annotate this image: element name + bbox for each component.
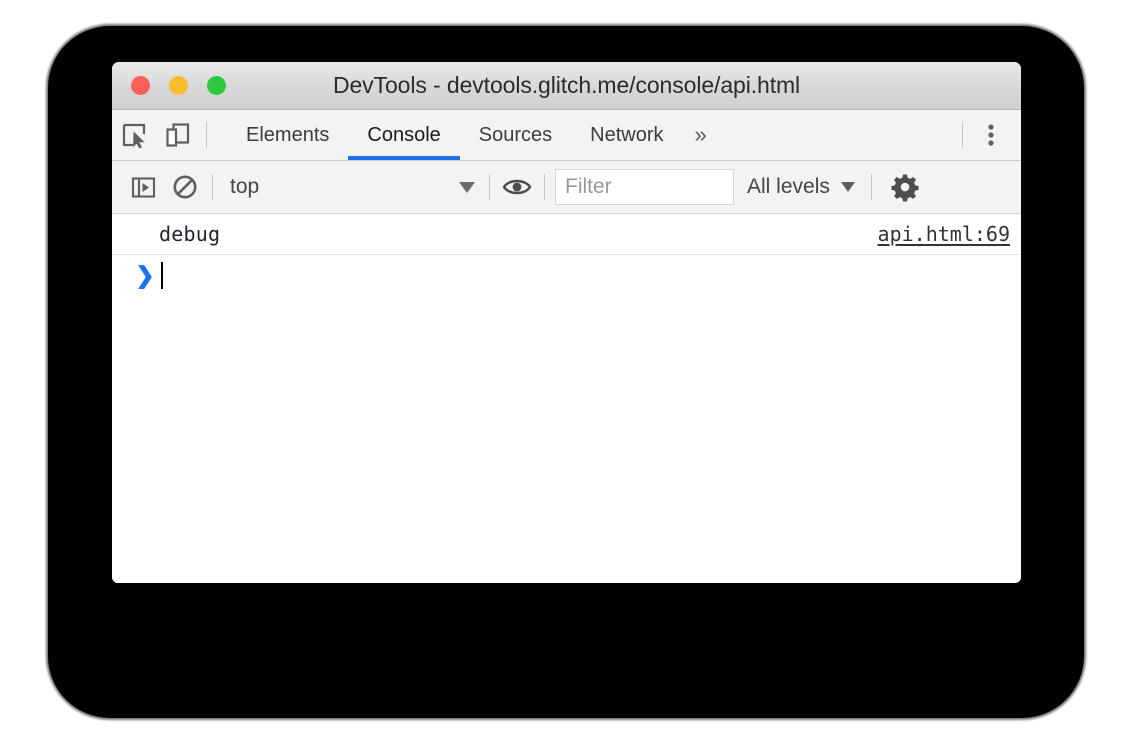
panel-tabs: Elements Console Sources Network » [227,110,719,160]
console-toolbar-divider-1 [212,174,213,200]
prompt-chevron-icon: ❯ [135,261,155,288]
console-sidebar-icon [131,175,156,200]
devtools-window: DevTools - devtools.glitch.me/console/ap… [112,62,1021,583]
tab-sources[interactable]: Sources [460,110,571,160]
inspect-element-icon [121,122,147,148]
chevron-double-right-icon: » [694,122,707,147]
inspect-element-button[interactable] [112,113,156,157]
window-title: DevTools - devtools.glitch.me/console/ap… [332,72,801,98]
close-window-button[interactable] [131,76,150,95]
console-message-source-link[interactable]: api.html:69 [878,222,1010,246]
chevron-down-icon [459,181,475,193]
toolbar-divider [206,122,207,148]
tab-overflow-button[interactable]: » [683,110,719,160]
toolbar-divider-right [962,122,963,148]
devtools-main-menu-button[interactable] [969,113,1013,157]
tab-console[interactable]: Console [348,110,461,160]
chevron-down-icon-levels [840,182,855,192]
console-filter-input[interactable] [555,169,734,205]
console-toolbar-divider-3 [544,174,545,200]
log-level-selector[interactable]: All levels [734,167,865,207]
eye-icon [502,175,532,199]
devtools-tab-bar: Elements Console Sources Network » [112,110,1021,161]
console-toolbar-divider-4 [870,174,872,200]
tab-bar-right-group [956,113,1021,157]
javascript-context-selector[interactable]: top [221,167,485,207]
log-level-value: All levels [747,175,830,198]
console-empty-space [112,295,1021,583]
javascript-context-value: top [230,175,260,198]
create-live-expression-button[interactable] [496,166,538,208]
gear-icon [890,172,920,202]
devtools-settings-button[interactable] [882,164,928,210]
tab-console-label: Console [367,123,441,146]
clear-console-icon [172,174,198,200]
console-sidebar-toggle-button[interactable] [122,166,164,208]
tab-network[interactable]: Network [571,110,682,160]
device-toolbar-button[interactable] [156,113,200,157]
console-toolbar: top All levels [112,161,1021,214]
console-message-area: debug api.html:69 ❯ [112,214,1021,583]
device-toolbar-icon [165,122,191,148]
console-message-text: debug [159,222,221,246]
traffic-lights [131,62,226,109]
minimize-window-button[interactable] [169,76,188,95]
tab-elements-label: Elements [246,123,330,146]
maximize-window-button[interactable] [207,76,226,95]
console-prompt[interactable]: ❯ [112,255,1021,295]
table-row[interactable]: debug api.html:69 [112,214,1021,255]
title-bar: DevTools - devtools.glitch.me/console/ap… [112,62,1021,110]
more-vertical-icon [980,122,1002,148]
tab-sources-label: Sources [478,123,553,146]
clear-console-button[interactable] [164,166,206,208]
tab-elements[interactable]: Elements [227,110,348,160]
console-toolbar-divider-2 [489,174,490,200]
tab-network-label: Network [590,123,664,146]
text-caret [161,261,163,289]
